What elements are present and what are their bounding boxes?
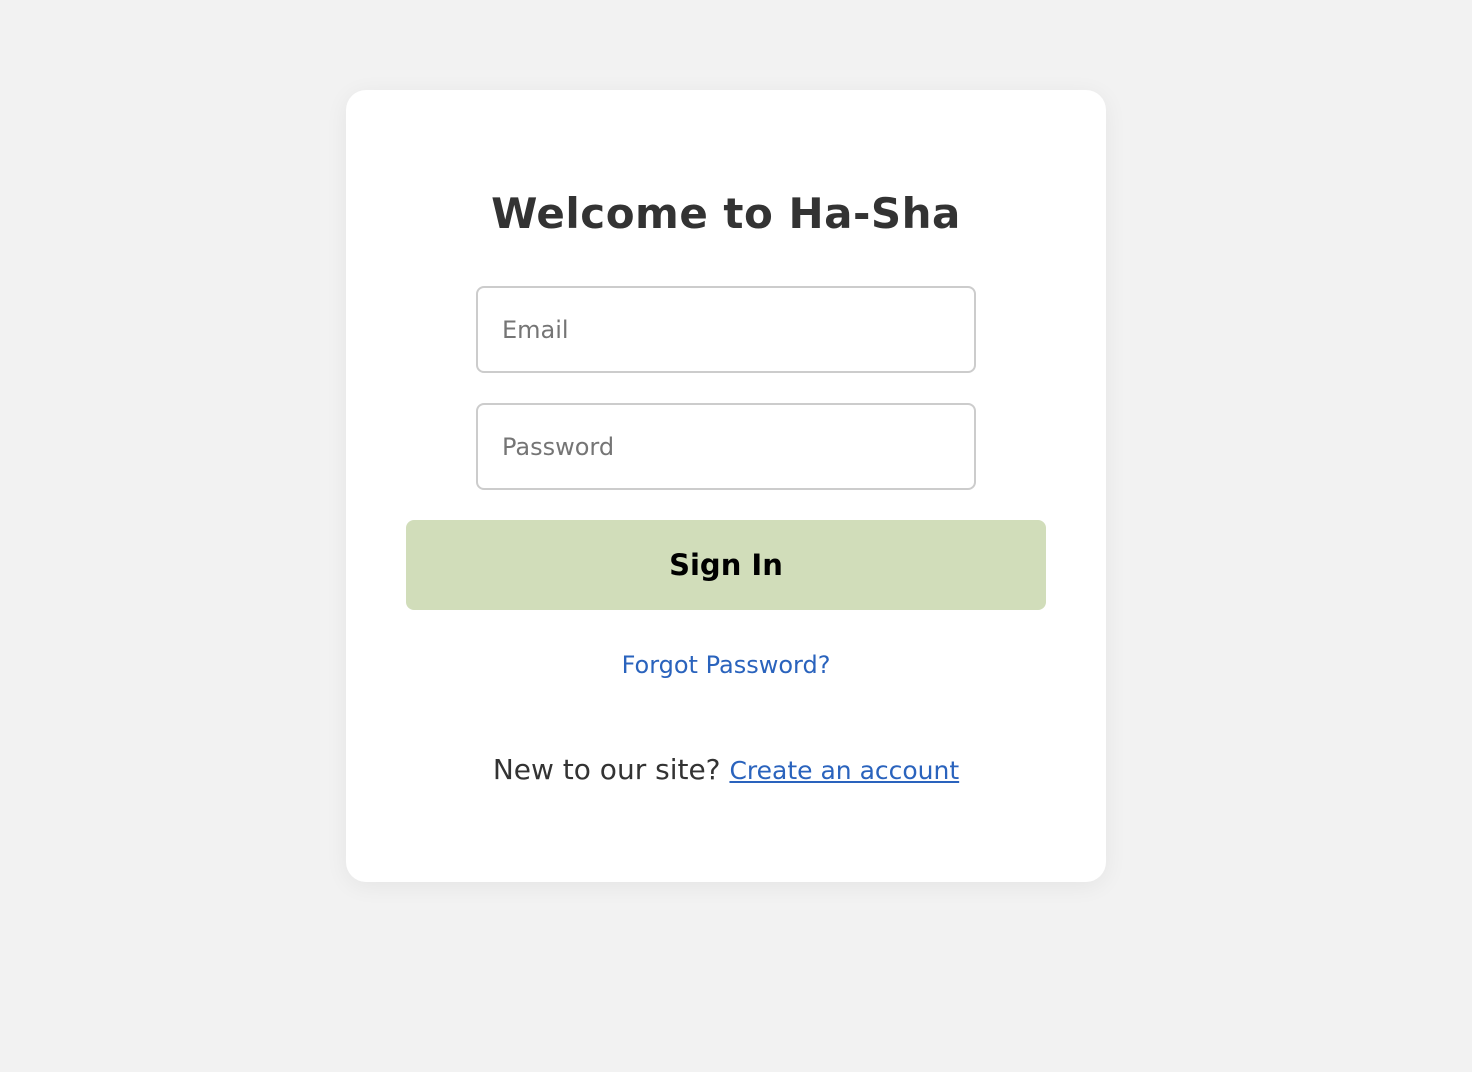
- page-title: Welcome to Ha-Sha: [491, 189, 961, 238]
- signup-row: New to our site? Create an account: [346, 748, 1106, 793]
- login-card: Welcome to Ha-Sha Sign In Forgot Passwor…: [346, 90, 1106, 882]
- signup-prompt: New to our site?: [492, 753, 730, 786]
- email-field[interactable]: [476, 286, 976, 373]
- password-field[interactable]: [476, 403, 976, 490]
- forgot-password-link[interactable]: Forgot Password?: [622, 651, 831, 679]
- sign-in-button[interactable]: Sign In: [406, 520, 1046, 610]
- create-account-link[interactable]: Create an account: [729, 756, 959, 785]
- forgot-password-row: Forgot Password?: [346, 645, 1106, 685]
